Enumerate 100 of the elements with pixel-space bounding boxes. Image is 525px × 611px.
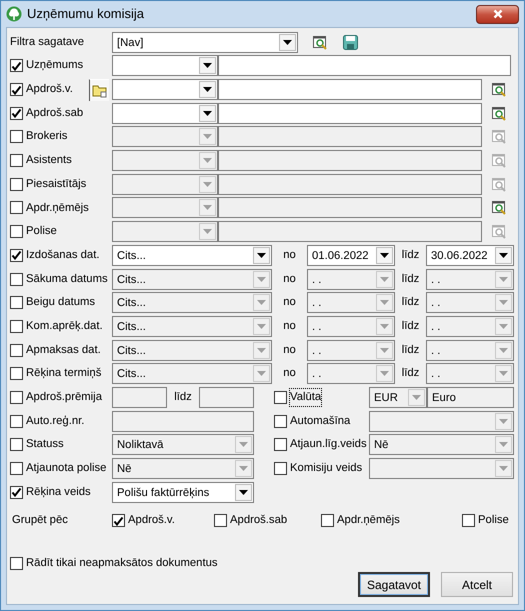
dropdown[interactable]: . . xyxy=(307,268,395,290)
dropdown[interactable]: . . xyxy=(307,292,395,314)
checkbox[interactable] xyxy=(274,390,287,404)
checkbox[interactable] xyxy=(274,438,287,452)
button[interactable]: Sagatavot xyxy=(358,572,430,598)
dropdown[interactable]: Cits... xyxy=(112,244,272,266)
checkbox[interactable] xyxy=(10,486,23,499)
dropdown[interactable]: [Nav] xyxy=(112,32,298,52)
dropdown[interactable]: Nē xyxy=(112,458,254,480)
dropdown[interactable] xyxy=(112,197,218,218)
checkbox-label: Rādīt tikai neapmaksātos dokumentus xyxy=(26,556,218,572)
field-label: līdz xyxy=(400,248,420,263)
checkbox-label: Atjaun.līg.veids xyxy=(290,437,367,452)
button[interactable]: Atcelt xyxy=(441,572,513,598)
dropdown[interactable] xyxy=(112,126,218,148)
checkbox-label: Apdroš.v. xyxy=(26,82,73,98)
checkbox[interactable] xyxy=(10,272,23,286)
input-field[interactable] xyxy=(199,386,254,408)
checkbox-label: Apdr.ņēmējs xyxy=(26,200,89,216)
caret-icon xyxy=(499,371,508,376)
checkbox[interactable] xyxy=(10,296,23,310)
dropdown[interactable] xyxy=(369,410,514,432)
dropdown[interactable]: . . xyxy=(426,268,514,290)
dropdown[interactable]: . . xyxy=(307,363,395,384)
folder-button[interactable] xyxy=(89,78,109,101)
checkbox[interactable] xyxy=(10,367,23,380)
dropdown[interactable]: EUR xyxy=(369,386,427,408)
input-field[interactable] xyxy=(112,410,254,432)
checkbox[interactable] xyxy=(10,225,23,238)
input-field[interactable] xyxy=(218,79,482,100)
checkbox-label: Beigu datums xyxy=(26,295,96,310)
caret-icon xyxy=(257,371,266,376)
input-field[interactable] xyxy=(218,174,482,195)
checkbox[interactable] xyxy=(10,438,23,452)
checkbox-label: Polise xyxy=(478,513,509,528)
dropdown[interactable] xyxy=(112,102,218,124)
close-button[interactable] xyxy=(476,4,519,24)
checkbox[interactable] xyxy=(274,462,287,476)
checkbox[interactable] xyxy=(10,390,23,404)
dropdown[interactable] xyxy=(112,55,218,76)
checkbox[interactable] xyxy=(10,178,23,191)
dropdown[interactable] xyxy=(112,79,218,100)
search-icon[interactable] xyxy=(313,34,328,50)
dropdown[interactable]: Cits... xyxy=(112,268,272,290)
checkbox[interactable] xyxy=(10,154,23,168)
checkbox[interactable] xyxy=(321,514,334,528)
input-field[interactable] xyxy=(218,221,482,242)
input-field[interactable] xyxy=(218,55,511,76)
dropdown[interactable]: . . xyxy=(426,363,514,384)
input-field[interactable] xyxy=(218,102,482,124)
dropdown[interactable] xyxy=(369,458,514,480)
caret-icon xyxy=(203,205,212,210)
dropdown[interactable]: . . xyxy=(426,340,514,361)
dropdown[interactable]: . . xyxy=(307,316,395,337)
caret-icon xyxy=(257,324,266,329)
dropdown[interactable]: Nē xyxy=(369,434,514,456)
checkbox[interactable] xyxy=(10,130,23,144)
dropdown[interactable]: 30.06.2022 xyxy=(426,244,514,266)
input-field[interactable]: Euro xyxy=(427,386,514,408)
checkbox-label: Apdroš.v. xyxy=(128,513,175,528)
search-icon[interactable] xyxy=(492,82,507,98)
checkbox[interactable] xyxy=(10,320,23,333)
save-icon[interactable] xyxy=(343,34,358,50)
input-field[interactable] xyxy=(218,126,482,148)
dropdown[interactable]: Cits... xyxy=(112,363,272,384)
search-icon[interactable] xyxy=(492,200,507,216)
dropdown[interactable]: Cits... xyxy=(112,340,272,361)
checkbox[interactable] xyxy=(10,248,23,262)
dropdown[interactable]: 01.06.2022 xyxy=(307,244,395,266)
dropdown[interactable]: . . xyxy=(426,316,514,337)
dropdown[interactable]: Cits... xyxy=(112,292,272,314)
search-icon[interactable] xyxy=(492,106,507,121)
checkbox-label: Piesaistītājs xyxy=(26,176,86,192)
checkbox[interactable] xyxy=(10,59,23,72)
checkbox[interactable] xyxy=(462,514,475,528)
dropdown[interactable]: . . xyxy=(426,292,514,314)
dropdown[interactable] xyxy=(112,221,218,242)
checkbox[interactable] xyxy=(214,514,227,528)
field-label: līdz xyxy=(400,342,420,358)
dropdown[interactable]: Cits... xyxy=(112,316,272,337)
dropdown[interactable]: Noliktavā xyxy=(112,434,254,456)
input-field[interactable] xyxy=(218,150,482,172)
checkbox[interactable] xyxy=(10,462,23,476)
dropdown[interactable]: . . xyxy=(307,340,395,361)
checkbox[interactable] xyxy=(10,83,23,96)
field-label: no xyxy=(282,318,297,334)
checkbox[interactable] xyxy=(10,557,23,570)
checkbox[interactable] xyxy=(10,106,23,120)
dropdown[interactable] xyxy=(112,174,218,195)
checkbox[interactable] xyxy=(274,414,287,428)
checkbox[interactable] xyxy=(10,201,23,214)
input-field[interactable] xyxy=(112,386,167,408)
input-field[interactable] xyxy=(218,197,482,218)
dropdown[interactable] xyxy=(112,150,218,172)
checkbox-label: Polise xyxy=(26,224,57,240)
checkbox[interactable] xyxy=(112,514,125,528)
checkbox[interactable] xyxy=(10,414,23,428)
caret-icon xyxy=(203,87,212,92)
dropdown[interactable]: Polišu faktūrrēķins xyxy=(112,482,254,503)
checkbox[interactable] xyxy=(10,344,23,357)
